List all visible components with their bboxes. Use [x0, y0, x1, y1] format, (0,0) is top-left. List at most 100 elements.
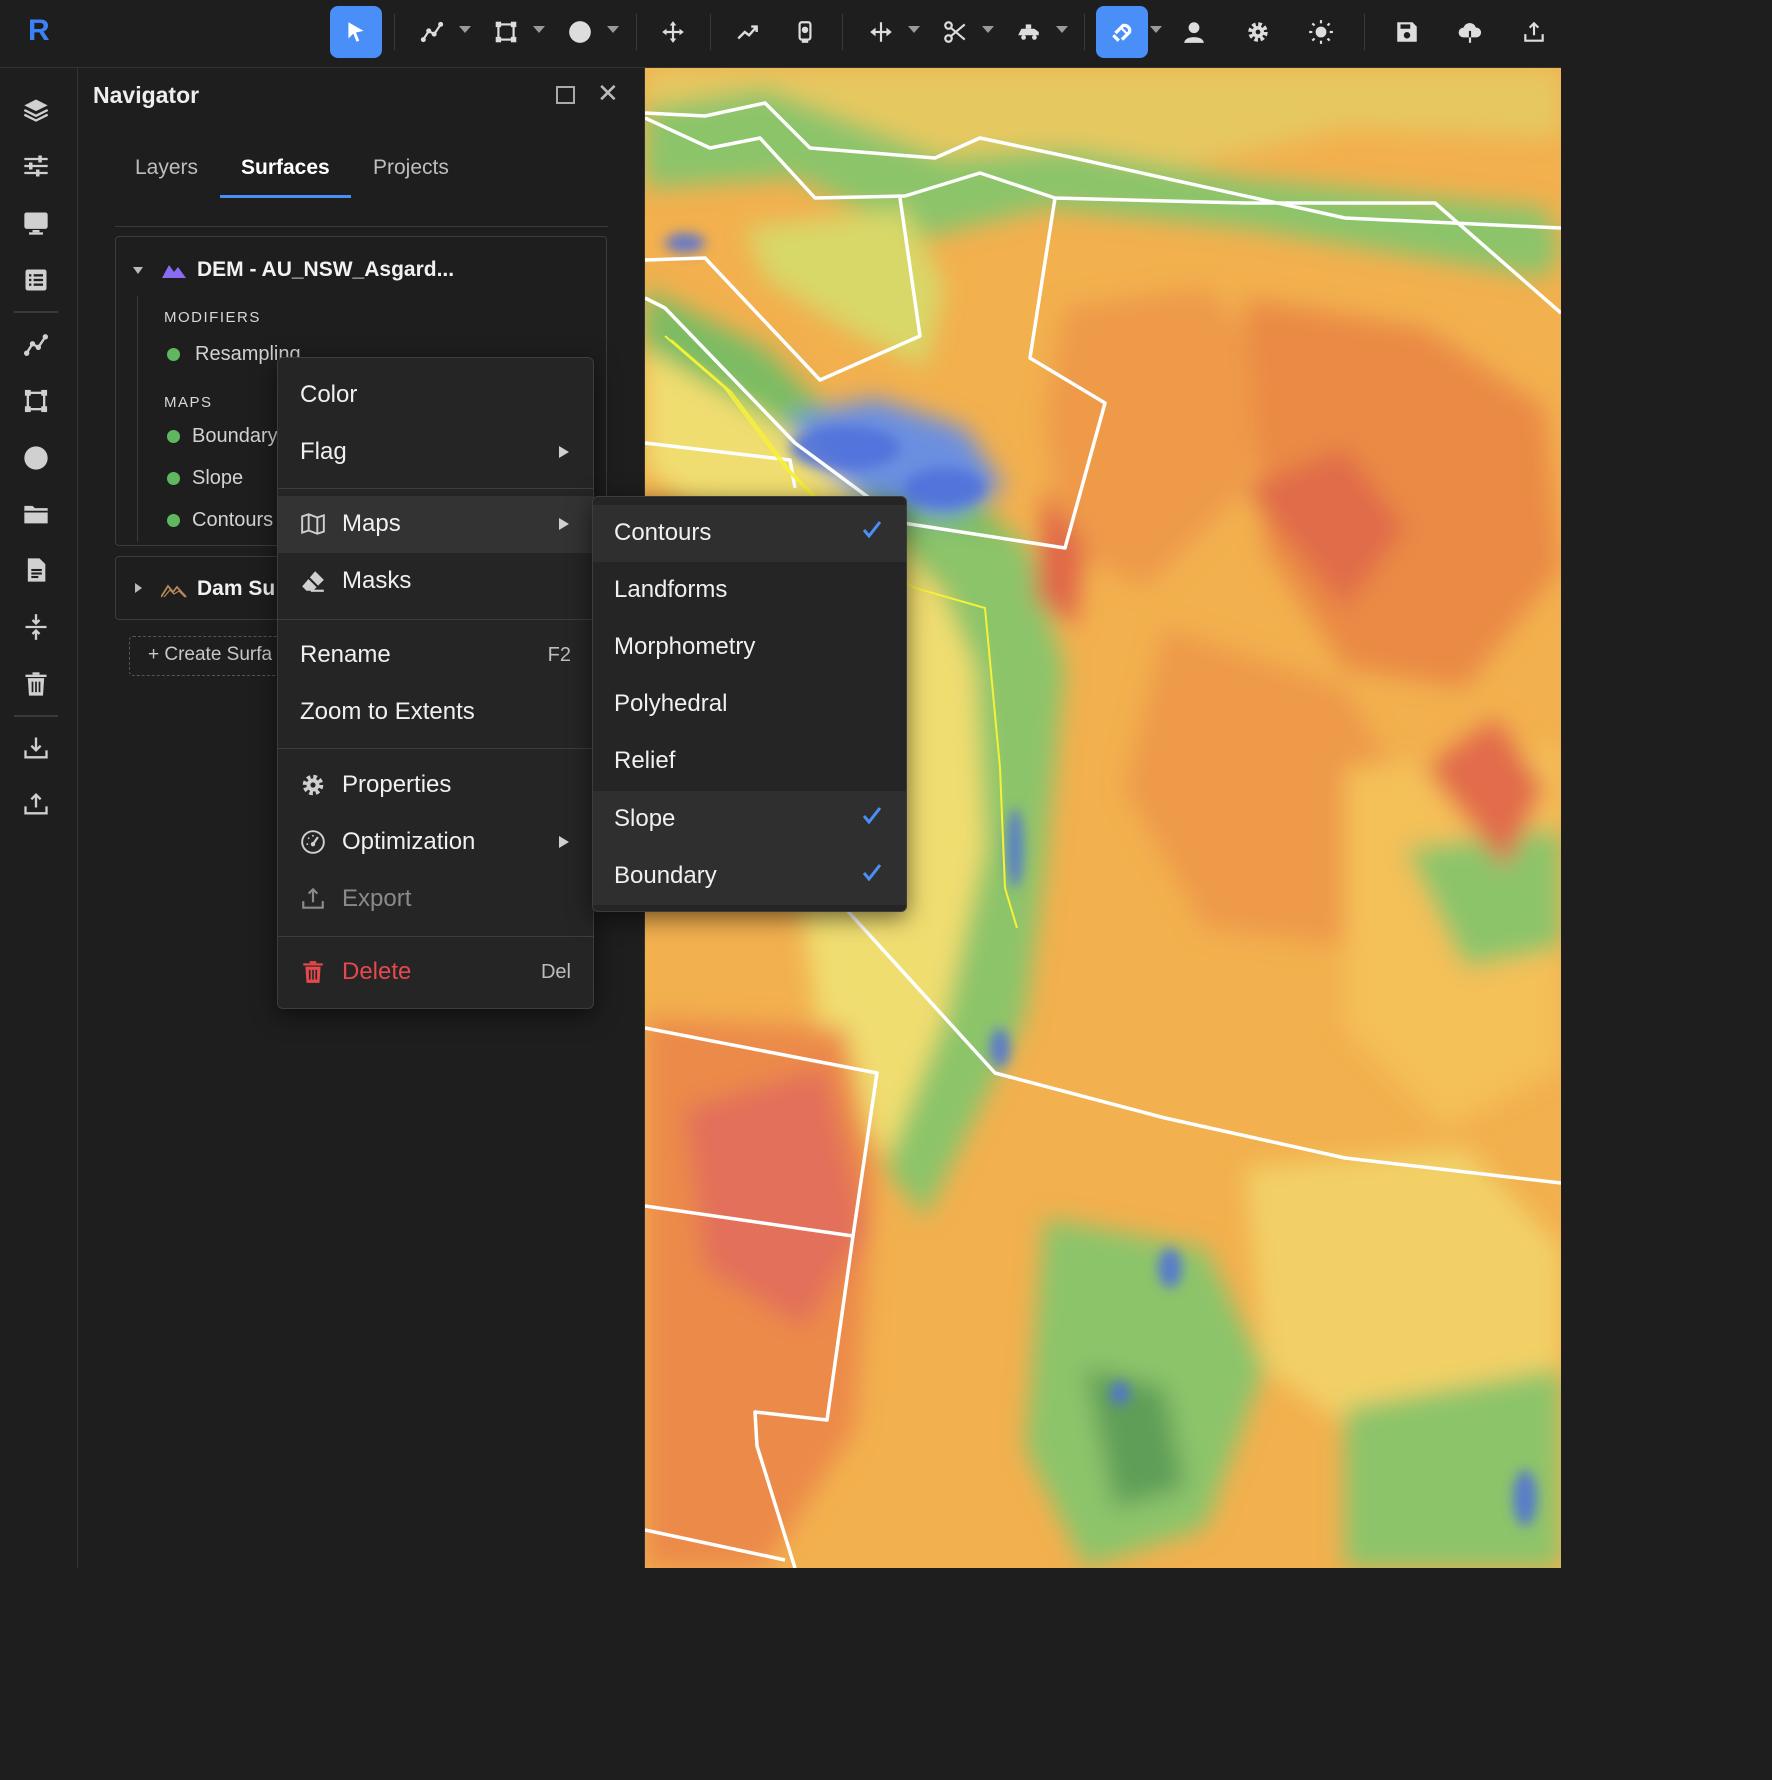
menu-separator — [278, 748, 593, 749]
polyline-icon — [420, 21, 444, 43]
menu-item-color[interactable]: Color — [278, 367, 593, 424]
move-tool-button[interactable] — [647, 6, 699, 58]
rail-document-button[interactable] — [16, 550, 56, 590]
shortcut-label: Del — [540, 961, 571, 983]
rail-export-button[interactable] — [16, 784, 56, 824]
polyline-tool-button[interactable] — [406, 6, 458, 58]
left-rail — [0, 68, 78, 1568]
menu-item-label: Flag — [300, 438, 347, 465]
user-tool-button[interactable] — [1168, 6, 1220, 58]
survey-icon — [798, 21, 812, 43]
vehicle-icon — [1018, 24, 1039, 40]
cloud-button[interactable] — [1444, 6, 1496, 58]
menu-item-masks[interactable]: Masks — [278, 553, 593, 610]
trash-icon — [303, 961, 323, 983]
tab-projects[interactable]: Projects — [373, 156, 449, 180]
menu-item-maps[interactable]: Maps — [278, 496, 593, 553]
close-icon[interactable]: ✕ — [597, 80, 619, 106]
menu-item-properties[interactable]: Properties — [278, 757, 593, 814]
rail-display-button[interactable] — [16, 203, 56, 243]
menu-item-optimization[interactable]: Optimization — [278, 814, 593, 871]
chevron-down-icon[interactable] — [607, 26, 619, 33]
menu-item-label: Masks — [342, 567, 412, 594]
compress-icon — [25, 614, 47, 640]
monitor-icon — [24, 212, 48, 235]
map-item-slope[interactable]: Slope — [192, 467, 243, 490]
rail-circle-button[interactable] — [16, 438, 56, 478]
rail-separator — [14, 715, 58, 717]
surface-title[interactable]: Dam Su — [197, 577, 275, 601]
chevron-down-icon[interactable] — [982, 26, 994, 33]
map-icon — [301, 513, 325, 535]
rail-delete-button[interactable] — [16, 664, 56, 704]
tab-layers[interactable]: Layers — [135, 156, 198, 180]
upload-button[interactable] — [1508, 6, 1560, 58]
save-button[interactable] — [1381, 6, 1433, 58]
menu-item-flag[interactable]: Flag — [278, 424, 593, 481]
submenu-item-contours[interactable]: Contours — [593, 505, 906, 562]
rail-compress-button[interactable] — [16, 607, 56, 647]
submenu-item-boundary[interactable]: Boundary — [593, 848, 906, 905]
menu-item-zoom-to-extents[interactable]: Zoom to Extents — [278, 684, 593, 741]
status-dot — [167, 348, 180, 361]
terrain-icon — [162, 265, 186, 278]
submenu-item-polyhedral[interactable]: Polyhedral — [593, 676, 906, 733]
chevron-down-icon[interactable] — [1150, 26, 1162, 33]
menu-item-label: Zoom to Extents — [300, 698, 475, 725]
chevron-down-icon[interactable] — [1056, 26, 1068, 33]
magnet-tool-button[interactable] — [1096, 6, 1148, 58]
menu-item-label: Optimization — [342, 828, 476, 855]
submenu-item-morphometry[interactable]: Morphometry — [593, 619, 906, 676]
status-dot — [167, 472, 180, 485]
submenu-item-landforms[interactable]: Landforms — [593, 562, 906, 619]
cut-tool-button[interactable] — [929, 6, 981, 58]
trash-icon — [25, 672, 47, 696]
rail-list-button[interactable] — [16, 260, 56, 300]
rail-polyline-button[interactable] — [16, 325, 56, 365]
theme-button[interactable] — [1295, 6, 1347, 58]
upload-icon — [1524, 21, 1544, 42]
rail-polygon-button[interactable] — [16, 381, 56, 421]
tab-surfaces[interactable]: Surfaces — [241, 156, 330, 180]
pointer-icon — [348, 22, 364, 42]
checkmark-icon — [862, 521, 882, 539]
toolbar-separator — [636, 14, 637, 50]
surface-title[interactable]: DEM - AU_NSW_Asgard... — [197, 258, 454, 282]
rail-folder-button[interactable] — [16, 494, 56, 534]
folder-icon — [24, 505, 48, 524]
expand-toggle-icon[interactable] — [133, 267, 143, 274]
tab-divider — [115, 226, 608, 227]
circle-icon — [569, 21, 591, 43]
chevron-down-icon[interactable] — [459, 26, 471, 33]
menu-item-delete[interactable]: Delete Del — [278, 944, 593, 1001]
vehicle-tool-button[interactable] — [1003, 6, 1055, 58]
menu-item-rename[interactable]: Rename F2 — [278, 627, 593, 684]
menu-item-label: Maps — [342, 510, 401, 537]
rail-import-button[interactable] — [16, 728, 56, 768]
submenu-arrow-icon — [559, 446, 569, 458]
survey-tool-button[interactable] — [779, 6, 831, 58]
submenu-item-slope[interactable]: Slope — [593, 791, 906, 848]
trend-tool-button[interactable] — [722, 6, 774, 58]
menu-item-label: Rename — [300, 641, 391, 668]
settings-button[interactable] — [1232, 6, 1284, 58]
map-item-boundary[interactable]: Boundary — [192, 425, 278, 448]
rail-layers-button[interactable] — [16, 90, 56, 130]
chevron-down-icon[interactable] — [533, 26, 545, 33]
circle-tool-button[interactable] — [554, 6, 606, 58]
polygon-tool-button[interactable] — [480, 6, 532, 58]
download-icon — [24, 737, 48, 759]
eraser-icon — [302, 571, 324, 592]
chevron-down-icon[interactable] — [908, 26, 920, 33]
measure-tool-button[interactable] — [855, 6, 907, 58]
pointer-tool-button[interactable] — [330, 6, 382, 58]
menu-separator — [278, 488, 593, 489]
expand-toggle-icon[interactable] — [135, 583, 142, 593]
menu-item-export[interactable]: Export — [278, 871, 593, 928]
submenu-item-relief[interactable]: Relief — [593, 733, 906, 790]
maximize-icon[interactable] — [556, 86, 575, 104]
rail-adjust-button[interactable] — [16, 146, 56, 186]
checkmark-icon — [862, 864, 882, 882]
map-item-contours[interactable]: Contours — [192, 509, 273, 532]
submenu-item-label: Relief — [614, 747, 676, 774]
